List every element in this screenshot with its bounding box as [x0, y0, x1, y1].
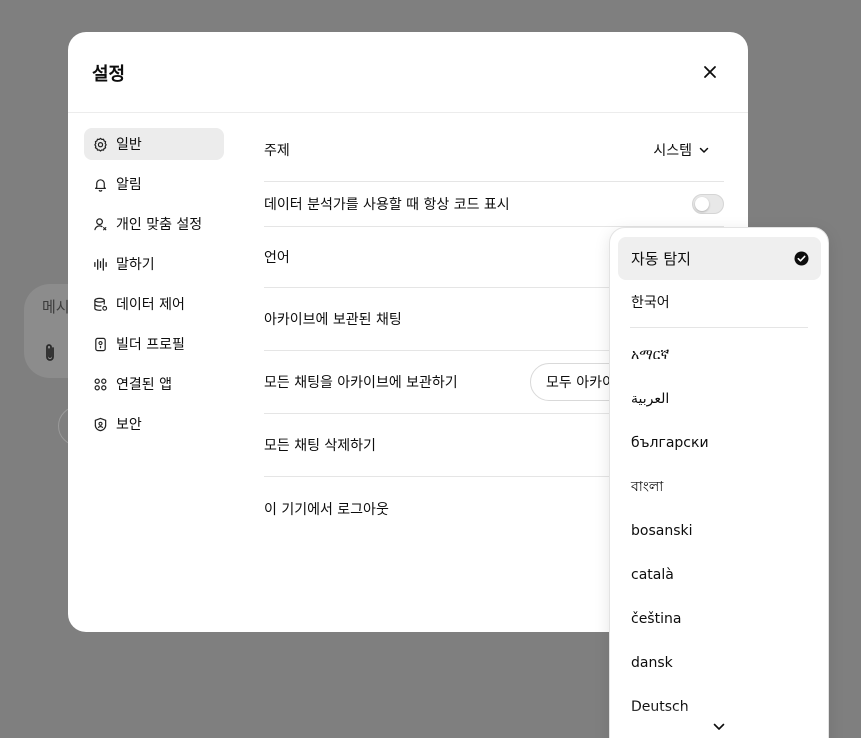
language-option[interactable]: العربية [618, 377, 821, 420]
language-option[interactable]: dansk [618, 641, 821, 684]
waveform-icon [92, 256, 108, 272]
sidebar-item-label: 알림 [116, 177, 142, 193]
language-option-label: العربية [631, 390, 670, 407]
sidebar-item-label: 빌더 프로필 [116, 337, 185, 353]
language-option[interactable]: català [618, 553, 821, 596]
person-icon [92, 216, 108, 232]
sidebar-item-label: 일반 [116, 137, 142, 153]
sidebar-item-notifications[interactable]: 알림 [84, 168, 224, 200]
sidebar-item-label: 말하기 [116, 257, 155, 273]
close-icon [704, 66, 716, 78]
language-option-label: bosanski [631, 522, 693, 539]
sidebar-item-security[interactable]: 보안 [84, 408, 224, 440]
sidebar-item-label: 개인 맞춤 설정 [116, 217, 203, 233]
language-dropdown-menu: 자동 탐지 한국어 አማርኛ العربية български বাংলা b… [609, 227, 829, 738]
sidebar-item-label: 연결된 앱 [116, 377, 172, 393]
toggle-knob [695, 197, 709, 211]
language-option[interactable]: አማርኛ [618, 333, 821, 376]
sidebar-item-connected-apps[interactable]: 연결된 앱 [84, 368, 224, 400]
logout-label: 이 기기에서 로그아웃 [264, 501, 389, 518]
sidebar-item-label: 보안 [116, 417, 142, 433]
database-icon [92, 296, 108, 312]
language-option-label: čeština [631, 610, 682, 627]
theme-dropdown[interactable]: 시스템 [653, 140, 710, 160]
sidebar-item-personalization[interactable]: 개인 맞춤 설정 [84, 208, 224, 240]
language-option-label: አማርኛ [631, 346, 670, 363]
close-button[interactable] [696, 58, 724, 86]
apps-grid-icon [92, 376, 108, 392]
sidebar-item-data-controls[interactable]: 데이터 제어 [84, 288, 224, 320]
language-option-label: български [631, 434, 709, 451]
language-option[interactable]: বাংলা [618, 465, 821, 508]
modal-header: 설정 [68, 32, 748, 113]
settings-sidebar: 일반 알림 개인 맞춤 설정 말하기 데이터 제어 빌더 프로필 연결된 앱 보… [84, 128, 224, 448]
code-toggle-label: 데이터 분석가를 사용할 때 항상 코드 표시 [264, 197, 510, 213]
language-option-label: বাংলা [631, 478, 664, 495]
language-option[interactable]: bosanski [618, 509, 821, 552]
language-option[interactable]: čeština [618, 597, 821, 640]
theme-label: 주제 [264, 143, 290, 159]
dropdown-divider [630, 327, 808, 328]
language-option-label: dansk [631, 654, 673, 671]
sidebar-item-general[interactable]: 일반 [84, 128, 224, 160]
language-option-label: català [631, 566, 674, 583]
gear-icon [92, 136, 108, 152]
chevron-down-icon [699, 147, 709, 153]
modal-title: 설정 [92, 64, 126, 85]
shield-icon [92, 416, 108, 432]
language-option[interactable]: български [618, 421, 821, 464]
archived-chats-label: 아카이브에 보관된 채팅 [264, 312, 402, 328]
language-option-label: 자동 탐지 [631, 250, 691, 268]
sidebar-item-speech[interactable]: 말하기 [84, 248, 224, 280]
language-option-auto[interactable]: 자동 탐지 [618, 237, 821, 280]
composer-placeholder: 메시 [42, 298, 70, 316]
language-label: 언어 [264, 250, 290, 266]
theme-value: 시스템 [653, 143, 692, 159]
check-circle-icon [794, 251, 809, 266]
language-option-korean[interactable]: 한국어 [618, 280, 821, 323]
language-option-label: 한국어 [631, 294, 670, 311]
paperclip-icon [46, 344, 54, 361]
delete-all-label: 모든 채팅 삭제하기 [264, 438, 376, 454]
chevron-down-icon[interactable] [712, 721, 726, 733]
code-toggle[interactable] [692, 194, 724, 214]
sidebar-item-builder-profile[interactable]: 빌더 프로필 [84, 328, 224, 360]
bell-icon [92, 176, 108, 192]
id-badge-icon [92, 336, 108, 352]
theme-row: 주제 시스템 [264, 113, 724, 182]
code-toggle-row: 데이터 분석가를 사용할 때 항상 코드 표시 [264, 182, 724, 227]
archive-all-label: 모든 채팅을 아카이브에 보관하기 [264, 375, 458, 391]
sidebar-item-label: 데이터 제어 [116, 297, 185, 313]
